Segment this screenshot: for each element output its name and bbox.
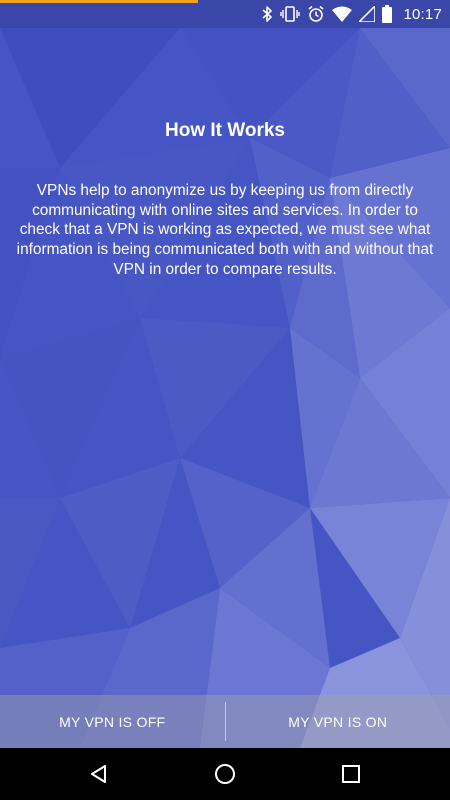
status-time: 10:17 — [403, 5, 442, 23]
vpn-button-bar: MY VPN IS OFF MY VPN IS ON — [0, 695, 450, 748]
battery-icon — [382, 5, 393, 23]
recents-icon[interactable] — [336, 760, 366, 788]
status-icons: 10:17 — [261, 4, 442, 24]
signal-icon — [359, 6, 376, 22]
screen: 10:17 How It Works VPNs help to anonymiz… — [0, 0, 450, 800]
page-title: How It Works — [165, 120, 285, 141]
home-icon[interactable] — [210, 760, 240, 788]
vpn-off-button[interactable]: MY VPN IS OFF — [0, 695, 225, 748]
navigation-bar — [0, 748, 450, 800]
wifi-icon — [332, 6, 353, 22]
description-text: VPNs help to anonymize us by keeping us … — [16, 182, 434, 278]
bluetooth-icon — [261, 5, 273, 23]
loading-progress-fill — [0, 0, 198, 3]
vpn-on-button[interactable]: MY VPN IS ON — [226, 695, 450, 748]
status-bar: 10:17 — [0, 0, 450, 28]
alarm-icon — [307, 5, 325, 23]
vibrate-icon — [280, 5, 301, 23]
back-icon[interactable] — [84, 760, 114, 788]
loading-progress-bar — [0, 0, 450, 3]
